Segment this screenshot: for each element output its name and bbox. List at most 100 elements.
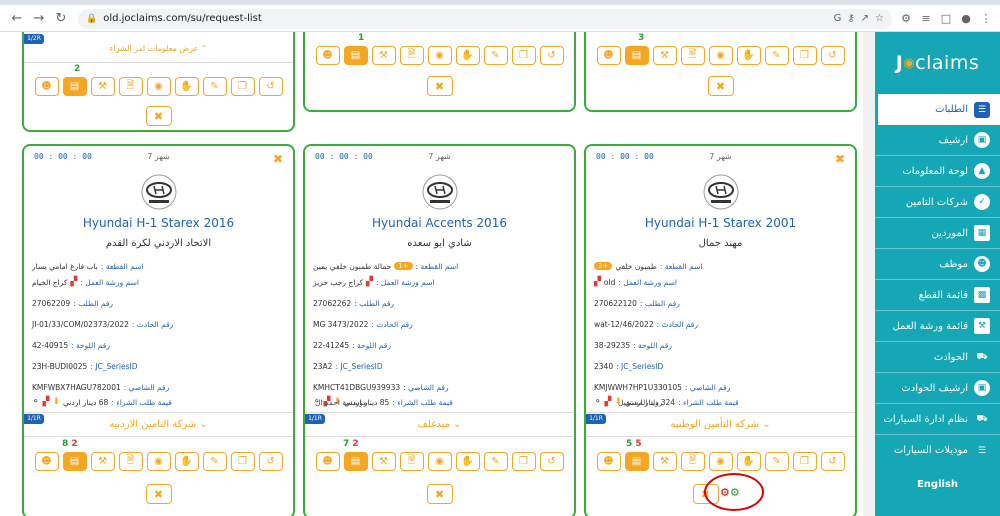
pdf-icon[interactable]: ▞ [70, 277, 77, 287]
invoice-icon[interactable]: ▤ [343, 452, 368, 471]
tools-icon[interactable]: ✖ [426, 76, 453, 96]
invoice-icon[interactable]: ▤ [624, 46, 649, 65]
handshake-icon[interactable]: ✋ [174, 77, 199, 96]
history-icon[interactable]: ↺ [539, 452, 564, 471]
document-icon[interactable]: 🗎 [680, 452, 705, 471]
gavel-icon[interactable]: ⚒ [90, 77, 115, 96]
copy-icon[interactable]: ❐ [792, 46, 817, 65]
copy-icon[interactable]: ❐ [511, 452, 536, 471]
document-icon[interactable]: 🗎 [399, 452, 424, 471]
insurer-dropdown[interactable]: ميدغلف ⌄ [305, 419, 574, 430]
reading-list-icon[interactable]: ≡ [918, 12, 934, 25]
sidebar-item-employee[interactable]: موظف ☻ [875, 249, 1000, 280]
download-icon[interactable]: ⬇ [52, 397, 60, 407]
copy-icon[interactable]: ❐ [230, 452, 255, 471]
extra-parts-badge[interactable]: +2 [594, 262, 613, 270]
users-icon[interactable]: ☻ [596, 452, 621, 471]
history-icon[interactable]: ↺ [258, 77, 283, 96]
edit-icon[interactable]: ✎ [483, 46, 508, 65]
sidebar-item-insurers[interactable]: شركات التامين ✓ [875, 187, 1000, 218]
handshake-icon[interactable]: ✋ [736, 452, 761, 471]
users-icon[interactable]: ☻ [315, 46, 340, 65]
edit-icon[interactable]: ✎ [202, 452, 227, 471]
document-icon[interactable]: 🗎 [118, 452, 143, 471]
sidebar-item-requests[interactable]: الطلبات ☰ [875, 94, 1000, 125]
menu-icon[interactable]: ⋮ [978, 12, 994, 25]
users-icon[interactable]: ☻ [315, 452, 340, 471]
copy-icon[interactable]: ❐ [230, 77, 255, 96]
invoice-icon[interactable]: ▤ [62, 452, 87, 471]
request-card-3[interactable]: 00 : 00 : 00 7 شهر ✖ Hyundai H-1 Starex … [584, 144, 857, 516]
sidebar-item-archive[interactable]: ارشيف ▣ [875, 125, 1000, 156]
gavel-icon[interactable]: ⚒ [371, 46, 396, 65]
sidebar-item-suppliers[interactable]: الموردين ▦ [875, 218, 1000, 249]
insurer-dropdown[interactable]: شركة التأمين الوطنيه ⌄ [586, 419, 855, 430]
eye-icon[interactable]: ◉ [427, 452, 452, 471]
eye-icon[interactable]: ◉ [146, 452, 171, 471]
window-icon[interactable]: □ [938, 12, 954, 25]
profile-icon[interactable]: ● [958, 12, 974, 25]
request-card-2[interactable]: 00 : 00 : 00 7 شهر Hyundai Accents 2016 … [303, 144, 576, 516]
extensions-icon[interactable]: ⚙ [898, 12, 914, 25]
history-icon[interactable]: ↺ [258, 452, 283, 471]
edit-icon[interactable]: ✎ [483, 452, 508, 471]
sidebar-item-car-management[interactable]: نظام ادارة السيارات ⛟ [875, 404, 1000, 435]
forward-icon[interactable]: → [28, 8, 50, 30]
back-icon[interactable]: ← [6, 8, 28, 30]
tools-icon[interactable]: ✖ [145, 484, 172, 504]
users-icon[interactable]: ☻ [34, 77, 59, 96]
gavel-icon[interactable]: ⚒ [90, 452, 115, 471]
insurer-dropdown[interactable]: شركة التامين الاردنيه ⌄ [24, 419, 293, 430]
handshake-icon[interactable]: ✋ [455, 46, 480, 65]
eye-icon[interactable]: ◉ [146, 77, 171, 96]
history-icon[interactable]: ↺ [820, 452, 845, 471]
sidebar-item-parts[interactable]: قائمة القطع ▩ [875, 280, 1000, 311]
pdf-icon[interactable]: ▞ [43, 397, 50, 407]
eye-icon[interactable]: ◉ [427, 46, 452, 65]
share-icon[interactable]: ↗ [861, 13, 869, 24]
sidebar-item-car-models[interactable]: موديلات السيارات ☰ [875, 435, 1000, 466]
sidebar-item-workshops[interactable]: قائمة ورشة العمل ⚒ [875, 311, 1000, 342]
share-icon[interactable]: ⚬ [594, 397, 602, 407]
document-icon[interactable]: 🗎 [118, 77, 143, 96]
star-icon[interactable]: ☆ [875, 13, 884, 24]
gavel-icon[interactable]: ⚒ [652, 452, 677, 471]
brand-logo[interactable]: J ◉ claims [875, 32, 1000, 94]
close-icon[interactable]: ✖ [273, 152, 283, 166]
sidebar-item-accident-archive[interactable]: ارشيف الحوادث ▣ [875, 373, 1000, 404]
scrollbar[interactable] [863, 32, 875, 516]
close-icon[interactable]: ✖ [835, 152, 845, 166]
copy-icon[interactable]: ❐ [792, 452, 817, 471]
history-icon[interactable]: ↺ [539, 46, 564, 65]
reload-icon[interactable]: ↻ [50, 8, 72, 30]
po-info-link[interactable]: عرض معلومات امر الشراء ⌃ [24, 44, 293, 53]
pdf-icon[interactable]: ▞ [605, 397, 612, 407]
google-icon[interactable]: G [834, 13, 842, 24]
document-icon[interactable]: 🗎 [680, 46, 705, 65]
eye-icon[interactable]: ◉ [708, 452, 733, 471]
users-icon[interactable]: ☻ [596, 46, 621, 65]
tools-icon[interactable]: ✖ [145, 106, 172, 126]
tools-icon[interactable]: ✖ [426, 484, 453, 504]
history-icon[interactable]: ↺ [820, 46, 845, 65]
edit-icon[interactable]: ✎ [764, 46, 789, 65]
invoice-icon[interactable]: ▤ [343, 46, 368, 65]
sidebar-item-dashboard[interactable]: لوحة المعلومات ▲ [875, 156, 1000, 187]
gavel-icon[interactable]: ⚒ [371, 452, 396, 471]
gavel-icon[interactable]: ⚒ [652, 46, 677, 65]
language-switch[interactable]: English [875, 479, 1000, 490]
request-card-1[interactable]: 00 : 00 : 00 7 شهر ✖ Hyundai H-1 Starex … [22, 144, 295, 516]
edit-icon[interactable]: ✎ [202, 77, 227, 96]
copy-icon[interactable]: ❐ [511, 46, 536, 65]
handshake-icon[interactable]: ✋ [455, 452, 480, 471]
sidebar-item-accidents[interactable]: الحوادث ⛟ [875, 342, 1000, 373]
pdf-icon[interactable]: ▞ [594, 277, 601, 287]
users-icon[interactable]: ☻ [34, 452, 59, 471]
handshake-icon[interactable]: ✋ [174, 452, 199, 471]
document-icon[interactable]: 🗎 [399, 46, 424, 65]
key-icon[interactable]: ⚷ [847, 13, 854, 24]
handshake-icon[interactable]: ✋ [736, 46, 761, 65]
tools-icon[interactable]: ✖ [707, 76, 734, 96]
invoice-icon[interactable]: ▤ [62, 77, 87, 96]
pdf-icon[interactable]: ▞ [366, 277, 373, 287]
